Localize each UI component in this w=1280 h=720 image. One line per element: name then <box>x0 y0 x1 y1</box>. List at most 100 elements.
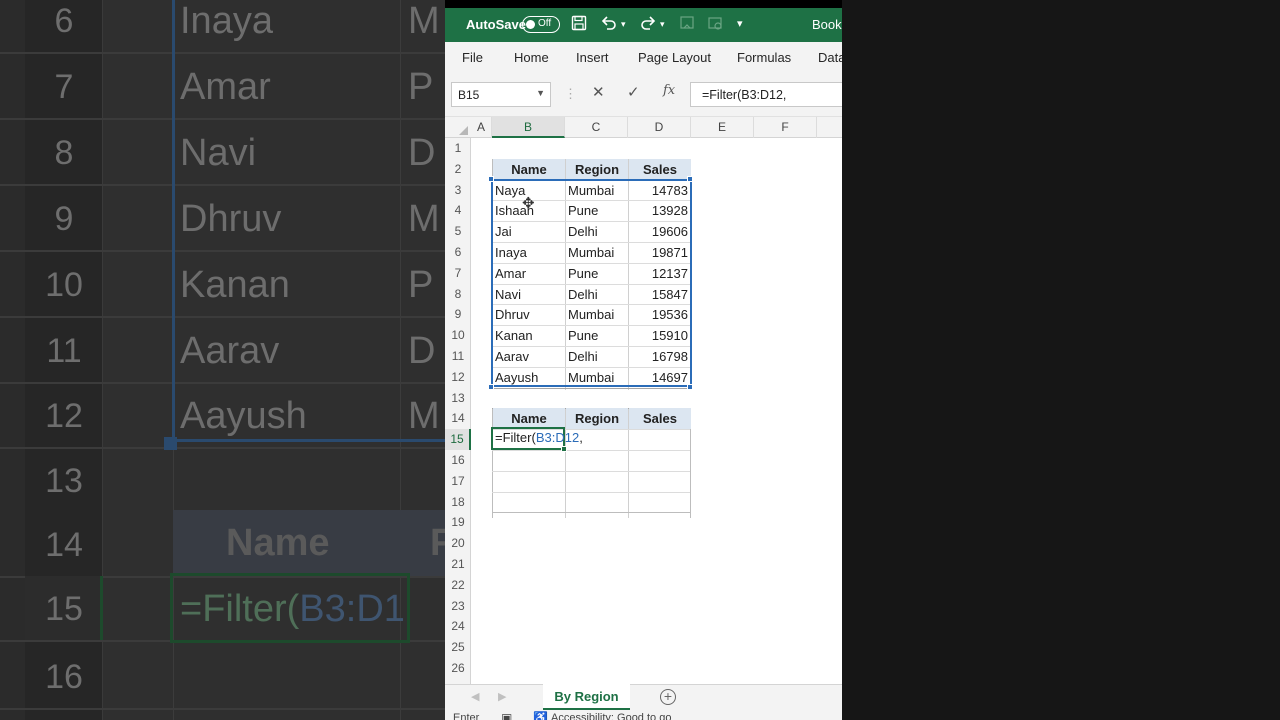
col-header-f[interactable]: F <box>754 117 817 138</box>
bg-row: 13 <box>0 448 445 514</box>
bg-row-number: 7 <box>54 68 74 106</box>
row-header-16[interactable]: 16 <box>445 450 471 471</box>
row-header-7[interactable]: 7 <box>445 263 471 284</box>
sheet-tab-by-region[interactable]: By Region <box>543 684 630 711</box>
autosave-toggle[interactable]: Off <box>522 16 560 33</box>
row-header-19[interactable]: 19 <box>445 512 471 533</box>
output-header-cell[interactable]: Sales <box>629 408 691 430</box>
row-header-26[interactable]: 26 <box>445 658 471 679</box>
tab-file[interactable]: File <box>462 50 483 65</box>
table-row-line <box>492 387 690 389</box>
row-header-1[interactable]: 1 <box>445 138 471 159</box>
tab-page-layout[interactable]: Page Layout <box>638 50 711 65</box>
excel-window: AutoSave Off ▾ ▾ ▾ Book1 File Home Inser… <box>445 8 842 720</box>
row-header-17[interactable]: 17 <box>445 471 471 492</box>
col-header-d[interactable]: D <box>628 117 691 138</box>
range-handle[interactable] <box>687 176 693 182</box>
accessibility-status[interactable]: Accessibility: Good to go <box>551 712 671 720</box>
cell-edit-text[interactable]: =Filter(B3:D12, <box>495 427 583 448</box>
formula-input[interactable]: =Filter(B3:D12, <box>690 82 842 107</box>
range-handle[interactable] <box>687 384 693 390</box>
column-headers: A B C D E F <box>445 117 842 138</box>
title-bar: AutoSave Off ▾ ▾ ▾ Book1 <box>445 8 842 42</box>
insert-function-icon[interactable]: fx <box>663 83 675 98</box>
add-sheet-icon[interactable]: + <box>660 689 676 705</box>
row-header-21[interactable]: 21 <box>445 554 471 575</box>
row-header-24[interactable]: 24 <box>445 616 471 637</box>
tab-home[interactable]: Home <box>514 50 549 65</box>
autosave-label: AutoSave <box>466 17 526 32</box>
bg-row-number: 8 <box>54 134 74 172</box>
col-header-e[interactable]: E <box>691 117 754 138</box>
form-icon <box>679 15 695 34</box>
table-row-line <box>492 450 690 451</box>
row-header-15[interactable]: 15 <box>445 429 471 451</box>
row-header-6[interactable]: 6 <box>445 242 471 263</box>
formula-tail-text: , <box>579 430 583 445</box>
row-header-5[interactable]: 5 <box>445 221 471 242</box>
enter-icon[interactable]: ✓ <box>627 83 640 101</box>
macro-record-icon[interactable]: ▣ <box>501 711 512 720</box>
bg-row-number: 16 <box>45 658 83 696</box>
row-header-13[interactable]: 13 <box>445 388 471 409</box>
select-all-corner[interactable] <box>445 117 471 138</box>
bg-selection-border <box>172 0 445 442</box>
bg-row-number: 9 <box>54 200 74 238</box>
bg-formula-ref: B3:D1 <box>299 588 405 630</box>
row-header-4[interactable]: 4 <box>445 200 471 221</box>
table-row-line <box>492 491 690 493</box>
row-header-11[interactable]: 11 <box>445 346 471 367</box>
redo-dropdown-icon[interactable]: ▾ <box>660 19 665 30</box>
name-box[interactable]: B15 ▼ <box>451 82 551 107</box>
row-header-12[interactable]: 12 <box>445 367 471 388</box>
undo-icon[interactable] <box>600 15 618 34</box>
scroll-tabs-left-icon[interactable]: ◀ <box>471 690 479 703</box>
tab-data[interactable]: Data <box>818 50 842 65</box>
row-header-2[interactable]: 2 <box>445 159 471 180</box>
col-header-b[interactable]: B <box>492 117 565 138</box>
row-header-9[interactable]: 9 <box>445 304 471 325</box>
header-cell[interactable]: Region <box>566 158 628 180</box>
row-header-20[interactable]: 20 <box>445 533 471 554</box>
undo-dropdown-icon[interactable]: ▾ <box>621 19 626 30</box>
zoomed-background-right <box>842 0 1280 720</box>
row-header-25[interactable]: 25 <box>445 637 471 658</box>
workbook-title: Book1 <box>812 17 842 32</box>
name-box-dropdown-icon[interactable]: ▼ <box>536 88 545 98</box>
redo-icon[interactable] <box>639 15 657 34</box>
row-header-18[interactable]: 18 <box>445 492 471 513</box>
tab-insert[interactable]: Insert <box>576 50 609 65</box>
col-header-c[interactable]: C <box>565 117 628 138</box>
bg-header-partial: F <box>430 522 445 564</box>
toggle-knob <box>526 19 535 29</box>
header-cell[interactable]: Name <box>493 158 565 180</box>
name-box-value: B15 <box>458 88 480 102</box>
row-header-14[interactable]: 14 <box>445 408 471 429</box>
range-handle[interactable] <box>488 384 494 390</box>
bg-row-number: 15 <box>45 590 83 628</box>
scroll-tabs-right-icon[interactable]: ▶ <box>498 690 506 703</box>
worksheet-grid[interactable]: A B C D E F 1 2 3 4 5 6 7 8 9 10 11 12 13 14 15 16 17 18 1… <box>445 117 842 684</box>
cancel-icon[interactable]: ✕ <box>592 83 605 101</box>
save-icon[interactable] <box>571 15 587 34</box>
row-header-23[interactable]: 23 <box>445 596 471 617</box>
toggle-state-label: Off <box>538 18 552 29</box>
col-header-a[interactable]: A <box>471 117 492 138</box>
formula-bar-grip-icon: ⋮ <box>564 86 577 101</box>
table-row-line <box>492 470 690 472</box>
customize-toolbar-icon[interactable]: ▾ <box>737 17 743 30</box>
row-header-3[interactable]: 3 <box>445 180 471 201</box>
table-row-line <box>492 512 690 514</box>
bg-row-number: 14 <box>45 526 83 564</box>
bg-header-name: Name <box>226 522 330 564</box>
header-cell[interactable]: Sales <box>629 158 691 180</box>
zoomed-sheet-left: 6 Inaya M 7 Amar P 8 Navi D 9 Dhruv M 10… <box>0 0 445 720</box>
formula-bar: B15 ▼ ⋮ ✕ ✓ fx =Filter(B3:D12, <box>445 72 842 117</box>
bg-row-number: 12 <box>45 397 83 435</box>
row-header-22[interactable]: 22 <box>445 575 471 596</box>
range-handle[interactable] <box>488 176 494 182</box>
row-header-10[interactable]: 10 <box>445 325 471 346</box>
accessibility-icon[interactable]: ♿ <box>533 711 548 720</box>
row-header-8[interactable]: 8 <box>445 284 471 305</box>
tab-formulas[interactable]: Formulas <box>737 50 791 65</box>
